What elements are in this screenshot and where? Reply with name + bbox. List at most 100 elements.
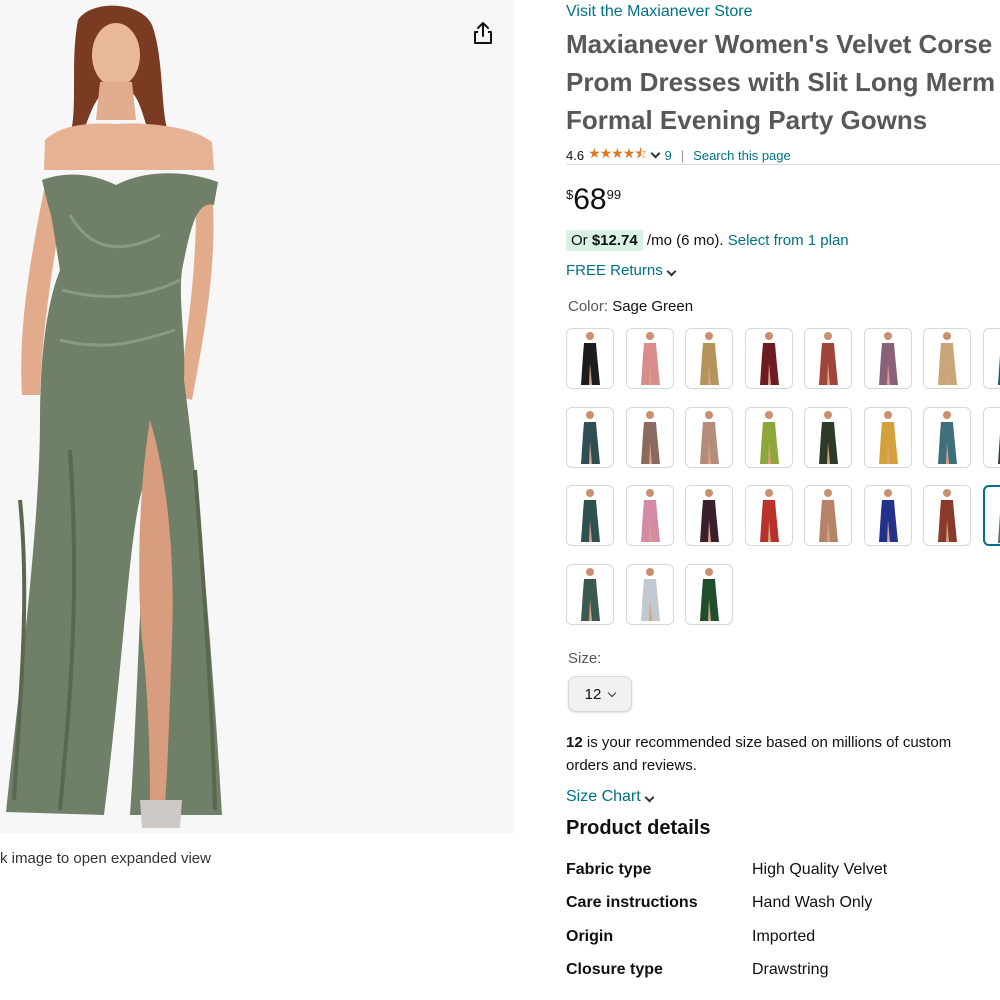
price-whole: 68 (573, 183, 607, 216)
color-swatch[interactable] (625, 563, 674, 625)
select-plan-link[interactable]: Select from 1 plan (728, 232, 849, 249)
dress-thumbnail-icon (997, 349, 1000, 385)
detail-key: Care instructions (566, 894, 698, 911)
color-swatch[interactable] (625, 328, 674, 389)
dress-thumbnail-icon (938, 332, 957, 385)
product-title-line: Maxianever Women's Velvet Corse (566, 29, 993, 59)
color-swatch[interactable] (982, 485, 1000, 546)
payment-plan: Or $12.74 /mo (6 mo). Select from 1 plan (566, 230, 849, 251)
plan-amount: $12.74 (591, 232, 638, 249)
main-product-image-panel[interactable] (0, 0, 514, 833)
dress-thumbnail-icon (878, 332, 898, 385)
chevron-down-icon[interactable] (650, 148, 660, 159)
dress-thumbnail-icon (878, 410, 898, 464)
size-dropdown[interactable]: 12 (568, 676, 632, 712)
detail-key: Fabric type (566, 861, 652, 878)
dress-thumbnail-icon (997, 427, 1000, 464)
dress-thumbnail-icon (640, 332, 660, 385)
product-title: Maxianever Women's Velvet Corse Prom Dre… (566, 25, 1000, 139)
detail-value: Hand Wash Only (752, 894, 873, 911)
dress-thumbnail-icon (938, 489, 957, 542)
color-swatch[interactable] (863, 485, 912, 546)
dress-thumbnail-icon (819, 410, 838, 464)
dress-thumbnail-icon (997, 507, 1000, 543)
color-swatch[interactable] (923, 406, 971, 468)
color-swatch[interactable] (863, 328, 912, 389)
selected-color: Sage Green (612, 298, 694, 315)
color-swatch[interactable] (566, 406, 614, 468)
dress-thumbnail-icon (700, 410, 719, 464)
color-swatch[interactable] (685, 485, 733, 546)
share-button[interactable] (468, 18, 498, 48)
recommendation-text-line2: orders and reviews. (566, 757, 697, 774)
color-swatch[interactable] (685, 406, 733, 468)
size-recommendation: 12 is your recommended size based on mil… (566, 731, 1000, 777)
color-swatch[interactable] (982, 328, 1000, 389)
chevron-down-icon (608, 688, 617, 697)
detail-value: Drawstring (752, 961, 829, 978)
price-fraction: 99 (606, 187, 622, 202)
color-swatch[interactable] (804, 485, 852, 546)
color-swatch[interactable] (744, 485, 793, 546)
dress-thumbnail-icon (640, 410, 660, 464)
color-swatch[interactable] (804, 406, 852, 468)
product-title-line: Formal Evening Party Gowns (566, 105, 928, 135)
rating-separator: | (680, 147, 685, 163)
free-returns-label: FREE Returns (566, 262, 663, 279)
free-returns-link[interactable]: FREE Returns (566, 262, 681, 279)
product-title-line: Prom Dresses with Slit Long Merm (566, 67, 996, 97)
dress-thumbnail-icon (581, 332, 600, 385)
product-details-heading: Product details (566, 817, 711, 839)
dress-thumbnail-icon (759, 410, 779, 464)
price: $6899 (566, 183, 621, 217)
dress-thumbnail-icon (759, 332, 779, 385)
search-this-page-link[interactable]: Search this page (693, 148, 791, 163)
detail-value: High Quality Velvet (752, 861, 888, 878)
detail-key: Closure type (566, 961, 663, 978)
product-photo[interactable] (0, 0, 260, 833)
color-swatch[interactable] (804, 328, 852, 389)
dress-thumbnail-icon (581, 489, 600, 542)
size-dropdown-value: 12 (584, 685, 602, 703)
color-label: Color: Sage Green (568, 298, 693, 315)
color-swatch[interactable] (863, 406, 912, 468)
detail-key: Origin (566, 928, 614, 945)
price-symbol: $ (566, 187, 574, 202)
size-label: Size: (568, 650, 602, 667)
color-label-prefix: Color: (568, 298, 613, 315)
color-swatch[interactable] (923, 485, 971, 546)
size-chart-link[interactable]: Size Chart (566, 788, 659, 806)
dress-thumbnail-icon (700, 332, 719, 385)
store-link[interactable]: Visit the Maxianever Store (566, 3, 752, 21)
plan-prefix: Or (571, 232, 592, 249)
product-details-column: Visit the Maxianever Store Maxianever Wo… (566, 0, 1000, 1000)
dress-thumbnail-icon (700, 567, 719, 621)
color-swatch[interactable] (566, 563, 614, 625)
color-swatch[interactable] (982, 406, 1000, 468)
dress-thumbnail-icon (819, 489, 838, 542)
color-swatch[interactable] (685, 328, 733, 389)
dress-thumbnail-icon (819, 332, 838, 385)
dress-thumbnail-icon (700, 489, 719, 542)
dress-thumbnail-icon (640, 489, 660, 542)
color-swatch[interactable] (566, 485, 614, 546)
color-swatch[interactable] (744, 406, 793, 468)
chevron-down-icon (666, 266, 677, 277)
color-swatch[interactable] (923, 328, 971, 389)
recommended-size: 12 (566, 734, 583, 751)
expand-image-hint: k image to open expanded view (0, 850, 211, 867)
divider (566, 164, 1000, 165)
color-swatch[interactable] (625, 485, 674, 546)
plan-suffix: /mo (6 mo). (642, 232, 728, 249)
color-swatch[interactable] (566, 328, 614, 389)
share-icon (474, 22, 492, 44)
size-chart-label: Size Chart (566, 788, 641, 805)
dress-thumbnail-icon (640, 567, 660, 621)
color-swatch[interactable] (744, 328, 793, 389)
dress-thumbnail-icon (759, 489, 779, 542)
rating-value: 4.6 (566, 147, 585, 163)
rating-count-link[interactable]: 9 (665, 148, 672, 163)
color-swatch[interactable] (685, 563, 733, 625)
color-swatch[interactable] (625, 406, 674, 468)
plan-badge: Or $12.74 (566, 230, 643, 251)
